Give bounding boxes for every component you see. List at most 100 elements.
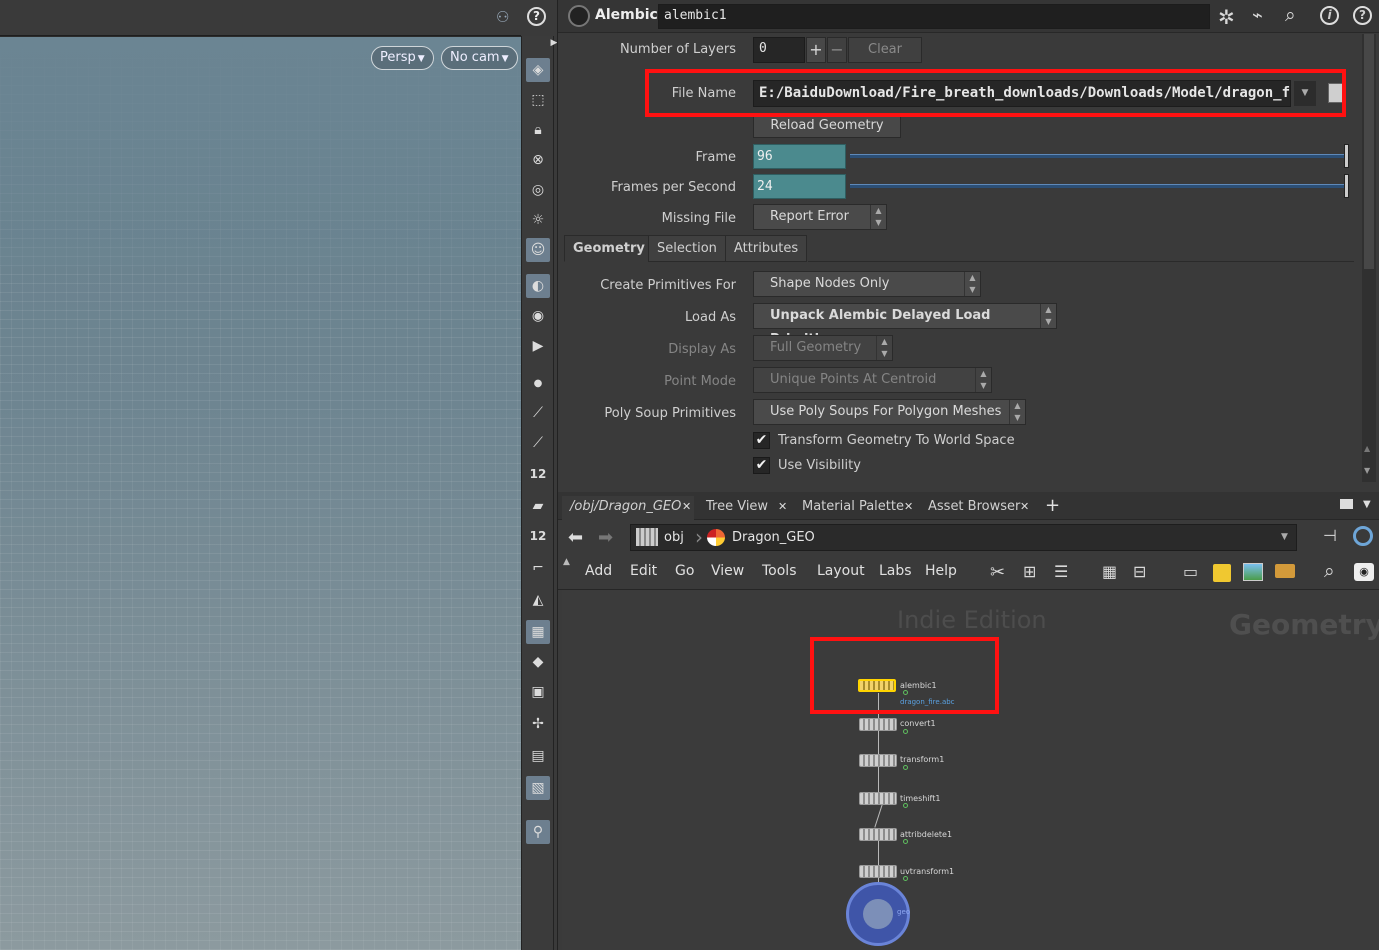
shading-icon[interactable]: ◐ xyxy=(526,274,550,298)
uv-icon[interactable]: ◆ xyxy=(526,650,550,674)
tab-geometry[interactable]: Geometry xyxy=(564,235,654,262)
help-icon[interactable]: ? xyxy=(527,7,546,26)
pivot-icon[interactable]: ✢ xyxy=(526,712,550,736)
pin-icon[interactable]: ⊣ xyxy=(1323,526,1337,545)
frame-field[interactable]: 96 xyxy=(753,144,846,169)
points-icon[interactable]: ● xyxy=(526,371,550,395)
num-layers-field[interactable]: 0 xyxy=(753,37,805,63)
help-icon[interactable]: ? xyxy=(1353,6,1372,25)
node-uvtransform1[interactable] xyxy=(859,865,897,878)
menu-layout[interactable]: Layout xyxy=(817,563,865,579)
persp-menu-button[interactable]: Persp ▼ xyxy=(371,46,434,70)
frame-slider[interactable] xyxy=(850,154,1346,158)
menu-edit[interactable]: Edit xyxy=(630,563,657,579)
search-icon[interactable]: ⌕ xyxy=(1324,560,1335,582)
close-icon[interactable]: ✕ xyxy=(904,496,913,518)
pane-menu-icon[interactable]: ▼ xyxy=(1363,499,1371,510)
snapping-icon[interactable]: ◎ xyxy=(526,178,550,202)
missing-file-menu[interactable]: Report Error ▲ ▼ xyxy=(753,204,887,230)
menu-tools[interactable]: Tools xyxy=(762,563,797,579)
scrollbar-thumb[interactable] xyxy=(1364,34,1374,269)
info-icon[interactable]: i xyxy=(1320,6,1339,25)
menu-help[interactable]: Help xyxy=(925,563,957,579)
close-icon[interactable]: ✕ xyxy=(778,496,787,518)
menu-add[interactable]: Add xyxy=(585,563,612,579)
bounding-box-icon[interactable]: ▣ xyxy=(526,680,550,704)
transform-world-checkbox[interactable]: ✔ xyxy=(753,432,770,449)
toolbox-icon[interactable] xyxy=(1275,564,1295,578)
viewport-canvas[interactable]: Persp ▼ No cam ▼ xyxy=(0,37,521,950)
background-image-icon[interactable]: ▧ xyxy=(526,776,550,800)
fps-slider-handle[interactable] xyxy=(1344,174,1349,198)
node-transform1[interactable] xyxy=(859,754,897,767)
load-as-menu[interactable]: Unpack Alembic Delayed Load Primitives▲▼ xyxy=(753,303,1057,347)
location-pin-icon[interactable]: ⚲ xyxy=(526,820,550,844)
disable-icon[interactable]: ⊗ xyxy=(526,148,550,172)
display-options-icon[interactable]: ⚇ xyxy=(496,8,509,26)
lock-icon[interactable]: 🔒︎ xyxy=(526,118,550,142)
link-icon[interactable] xyxy=(1353,526,1373,546)
parameter-scrollbar[interactable]: ▲ ▼ xyxy=(1362,34,1376,482)
node-name-field[interactable]: alembic1 xyxy=(658,4,1210,29)
node-convert1[interactable] xyxy=(859,718,897,731)
wrench-icon[interactable]: ✂ xyxy=(990,562,1005,583)
vertex-normals-icon[interactable]: ⟋ xyxy=(526,431,550,455)
forward-arrow-icon[interactable]: ➡ xyxy=(598,527,613,548)
fps-slider[interactable] xyxy=(850,184,1346,188)
gear-icon[interactable]: ✲ xyxy=(1218,5,1235,29)
network-box-icon[interactable]: ▭ xyxy=(1183,562,1198,581)
poly-soup-menu[interactable]: Use Poly Soups For Polygon Meshes ▲ ▼ xyxy=(753,399,1026,425)
tab-selection[interactable]: Selection xyxy=(648,235,726,262)
list-view-icon[interactable]: ☰ xyxy=(1054,562,1068,581)
select-tool-icon[interactable]: ◈ xyxy=(526,58,550,82)
light-link-icon[interactable]: ☺ xyxy=(526,238,550,262)
point-numbers-icon[interactable]: 12 xyxy=(526,462,550,486)
pane-tab-tree-view[interactable]: Tree View ✕ xyxy=(698,496,790,520)
use-visibility-checkbox[interactable]: ✔ xyxy=(753,457,770,474)
close-icon[interactable]: ✕ xyxy=(1020,496,1029,518)
scene-viewport[interactable]: ⚇ ? Persp ▼ No cam ▼ xyxy=(0,0,546,950)
tab-attributes[interactable]: Attributes xyxy=(725,235,808,262)
prim-numbers-icon[interactable]: 12 xyxy=(526,524,550,548)
sticky-note-icon[interactable] xyxy=(1213,564,1231,582)
add-tab-icon[interactable]: + xyxy=(1045,495,1060,516)
camera-icon[interactable]: ▶ xyxy=(526,334,550,358)
pane-tab-network[interactable]: /obj/Dragon_GEO ✕ xyxy=(562,496,694,520)
color-palette-icon[interactable]: ▦ xyxy=(1102,562,1117,581)
display-as-menu[interactable]: Full Geometry ▲ ▼ xyxy=(753,335,893,361)
normals-icon[interactable]: ⟋ xyxy=(526,401,550,425)
path-dragon-geo[interactable]: Dragon_GEO xyxy=(732,530,815,545)
shape-palette-icon[interactable]: ⊟ xyxy=(1133,562,1146,581)
backface-icon[interactable]: ◭ xyxy=(526,588,550,612)
clear-button[interactable]: Clear xyxy=(848,37,922,63)
camera-view-icon[interactable]: ◉ xyxy=(526,304,550,328)
hud-icon[interactable]: ▤ xyxy=(526,744,550,768)
checker-icon[interactable]: ▦ xyxy=(526,620,550,644)
background-image-icon[interactable] xyxy=(1243,563,1263,581)
add-layer-button[interactable]: + xyxy=(806,37,826,63)
point-mode-menu[interactable]: Unique Points At Centroid ▲ ▼ xyxy=(753,367,992,393)
scroll-up-icon[interactable]: ▲ xyxy=(1364,444,1370,453)
path-dropdown-icon[interactable]: ▼ xyxy=(1281,532,1288,542)
close-icon[interactable]: ✕ xyxy=(682,496,691,518)
remove-layer-button[interactable]: − xyxy=(827,37,847,63)
menu-labs[interactable]: Labs xyxy=(879,563,912,579)
select-mode-icon[interactable]: ⬚ xyxy=(526,88,550,112)
menu-go[interactable]: Go xyxy=(675,563,694,579)
brush-icon[interactable]: ⌁ xyxy=(1252,5,1263,26)
camera-menu-button[interactable]: No cam ▼ xyxy=(441,46,518,70)
back-arrow-icon[interactable]: ⬅ xyxy=(568,527,583,548)
node-timeshift1[interactable] xyxy=(859,792,897,805)
maximize-pane-icon[interactable] xyxy=(1340,499,1353,509)
pane-tab-material-palette[interactable]: Material Palette ✕ xyxy=(794,496,916,520)
scroll-down-icon[interactable]: ▼ xyxy=(1364,466,1370,475)
network-canvas[interactable]: Indie Edition Geometry alembic1 dragon_f… xyxy=(562,590,1379,950)
guide-curve-icon[interactable]: ⌐ xyxy=(526,556,550,580)
pane-tab-asset-browser[interactable]: Asset Browser ✕ xyxy=(920,496,1032,520)
search-icon[interactable]: ⌕ xyxy=(1285,4,1296,26)
tree-layout-icon[interactable]: ⊞ xyxy=(1023,562,1036,581)
eye-icon[interactable]: ◉ xyxy=(1354,563,1374,581)
menu-view[interactable]: View xyxy=(711,563,744,579)
path-obj[interactable]: obj xyxy=(664,530,684,545)
collapse-arrow-icon[interactable]: ▲ xyxy=(563,557,570,567)
